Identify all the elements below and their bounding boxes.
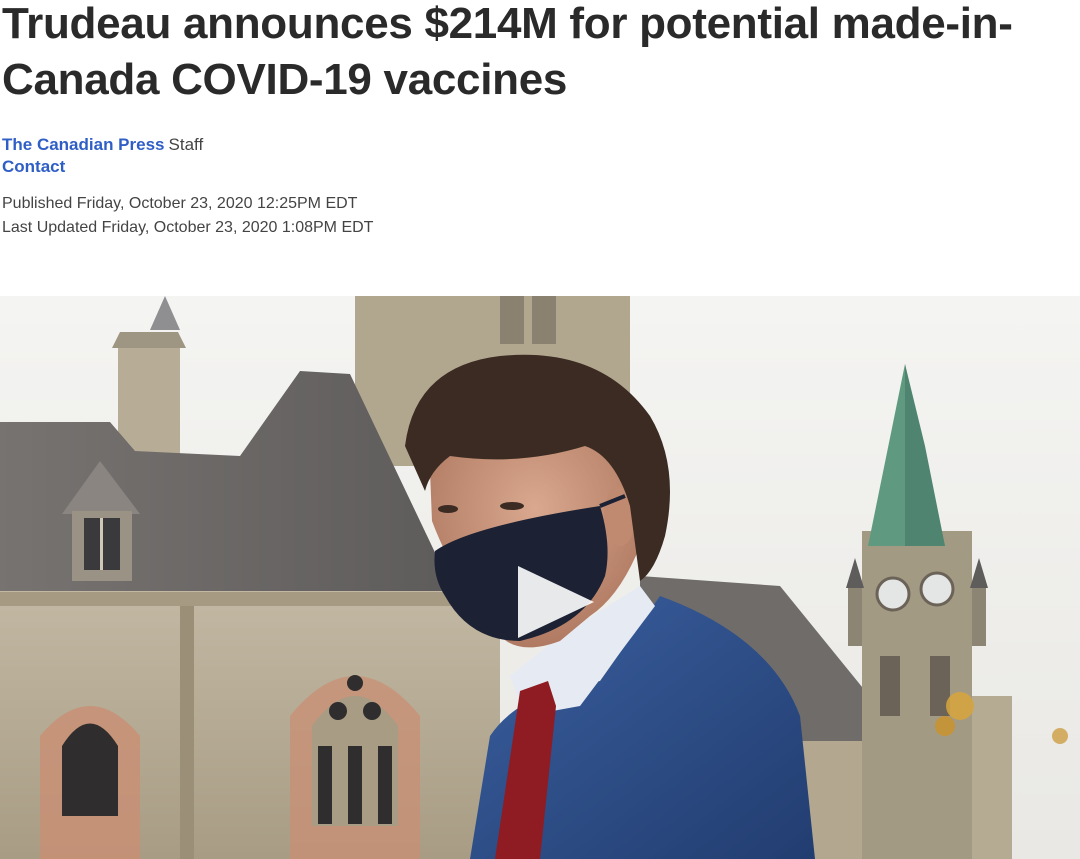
published-date: Published Friday, October 23, 2020 12:25… bbox=[2, 195, 358, 212]
author-link[interactable]: The Canadian Press bbox=[2, 135, 165, 154]
article-headline: Trudeau announces $214M for potential ma… bbox=[2, 0, 1013, 104]
updated-date: Last Updated Friday, October 23, 2020 1:… bbox=[2, 219, 374, 236]
contact-link[interactable]: Contact bbox=[2, 157, 65, 176]
contact-row: Contact bbox=[2, 156, 65, 178]
byline: The Canadian Press Staff bbox=[2, 134, 203, 156]
author-role: Staff bbox=[168, 135, 204, 154]
play-button[interactable] bbox=[516, 562, 596, 642]
play-icon bbox=[518, 566, 594, 638]
